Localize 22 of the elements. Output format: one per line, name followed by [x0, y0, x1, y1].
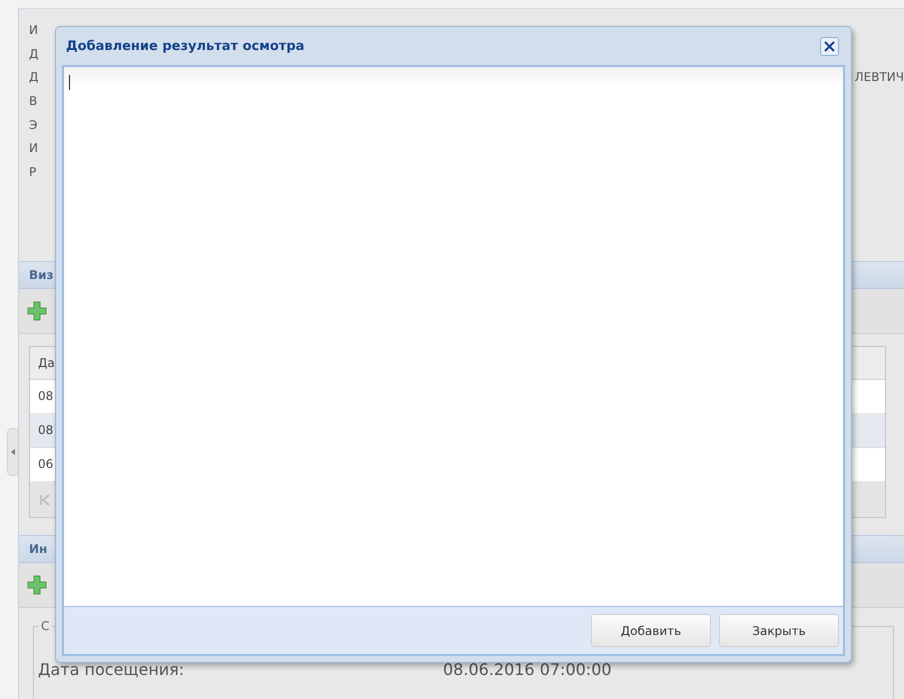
fieldset-legend: С [38, 619, 52, 633]
text-cursor [69, 75, 70, 90]
field-label: И [29, 22, 38, 39]
field-label: Дата посещения: [38, 660, 186, 679]
add-icon[interactable] [27, 575, 47, 595]
collapse-handle[interactable] [7, 428, 19, 476]
field-value: 08.06.2016 07:00:00 [443, 660, 612, 679]
caret-icon [11, 449, 15, 455]
field-label: Д [29, 46, 38, 63]
dialog-title: Добавление результат осмотра [66, 38, 304, 54]
first-page-icon[interactable] [40, 494, 50, 506]
dialog-button[interactable]: Добавить [591, 614, 711, 647]
field-label: Р [29, 164, 36, 182]
close-button[interactable] [820, 36, 839, 56]
field-label: Д [29, 69, 38, 86]
field-label: Э [29, 116, 38, 134]
close-icon [824, 40, 835, 52]
dialog-button[interactable]: Закрыть [719, 614, 839, 647]
field-value: ЛЕВТИЧ [854, 69, 904, 86]
field-label: В [29, 93, 38, 110]
field-label: И [29, 140, 38, 158]
add-icon[interactable] [27, 301, 47, 321]
